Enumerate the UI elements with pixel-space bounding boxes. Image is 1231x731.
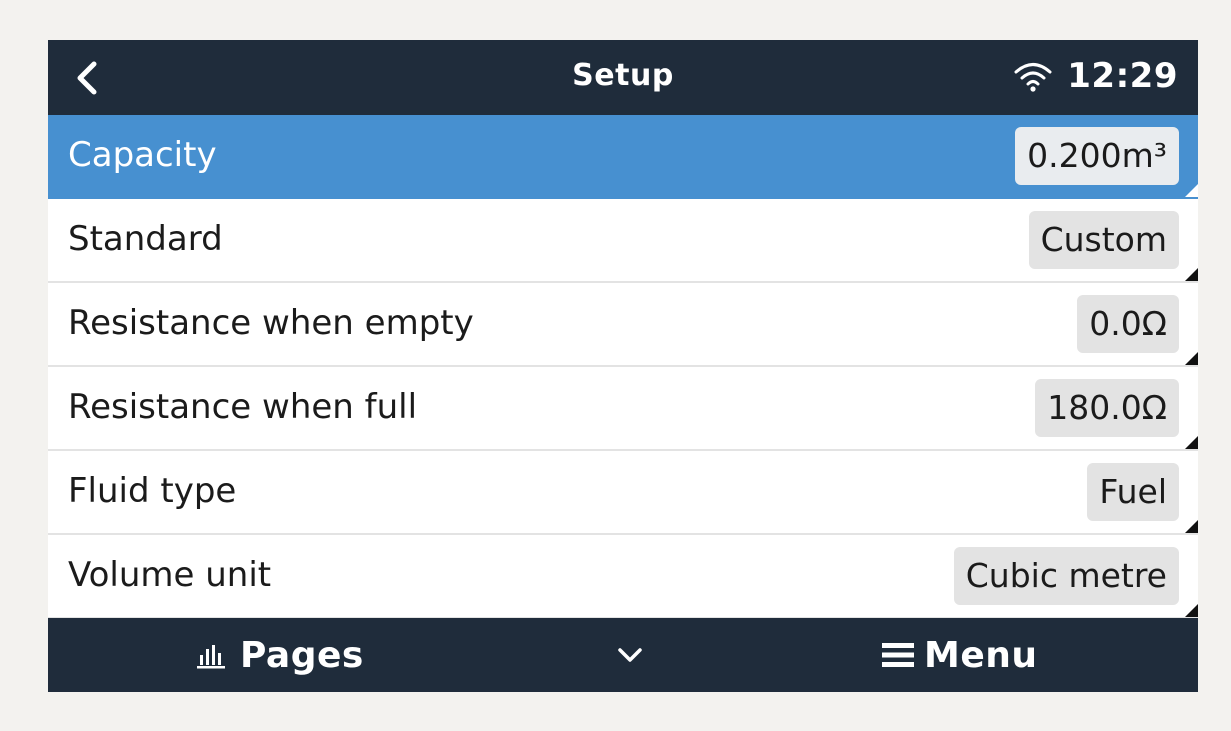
bar-chart-icon [197, 645, 225, 669]
bottom-bar: Pages Menu [48, 618, 1198, 692]
row-label: Resistance when empty [68, 303, 474, 343]
edit-corner-icon [1185, 604, 1198, 617]
clock: 12:29 [1067, 56, 1178, 96]
row-label: Fluid type [68, 471, 237, 511]
edit-corner-icon [1185, 352, 1198, 365]
edit-corner-icon [1185, 184, 1198, 197]
edit-corner-icon [1185, 436, 1198, 449]
pages-label: Pages [240, 634, 364, 676]
row-capacity[interactable]: Capacity 0.200m³ [48, 115, 1198, 199]
status-area: 12:29 [1013, 54, 1178, 98]
value-field[interactable]: Custom [1028, 211, 1179, 269]
row-label: Capacity [68, 135, 217, 175]
device-screen: Setup 12:29 Capacity 0.200m³ Standard Cu… [48, 40, 1198, 692]
edit-corner-icon [1185, 520, 1198, 533]
row-label: Volume unit [68, 555, 272, 595]
value-field[interactable]: Cubic metre [953, 547, 1179, 605]
settings-list: Capacity 0.200m³ Standard Custom Resista… [48, 115, 1198, 619]
top-bar: Setup 12:29 [48, 40, 1198, 115]
value-field[interactable]: 180.0Ω [1035, 379, 1179, 437]
row-volume-unit[interactable]: Volume unit Cubic metre [48, 535, 1198, 619]
row-label: Resistance when full [68, 387, 418, 427]
value-field[interactable]: 0.200m³ [1015, 127, 1179, 185]
hamburger-menu-icon [882, 643, 914, 667]
row-label: Standard [68, 219, 223, 259]
edit-corner-icon [1185, 268, 1198, 281]
pages-button[interactable]: Pages [196, 630, 364, 680]
menu-button[interactable]: Menu [880, 630, 1038, 680]
row-fluid-type[interactable]: Fluid type Fuel [48, 451, 1198, 535]
wifi-icon [1014, 63, 1052, 92]
chevron-down-icon [618, 648, 642, 662]
scroll-down-button[interactable] [608, 634, 652, 678]
menu-label: Menu [924, 634, 1038, 676]
row-resistance-empty[interactable]: Resistance when empty 0.0Ω [48, 283, 1198, 367]
value-field[interactable]: Fuel [1087, 463, 1179, 521]
row-standard[interactable]: Standard Custom [48, 199, 1198, 283]
row-resistance-full[interactable]: Resistance when full 180.0Ω [48, 367, 1198, 451]
value-field[interactable]: 0.0Ω [1077, 295, 1179, 353]
